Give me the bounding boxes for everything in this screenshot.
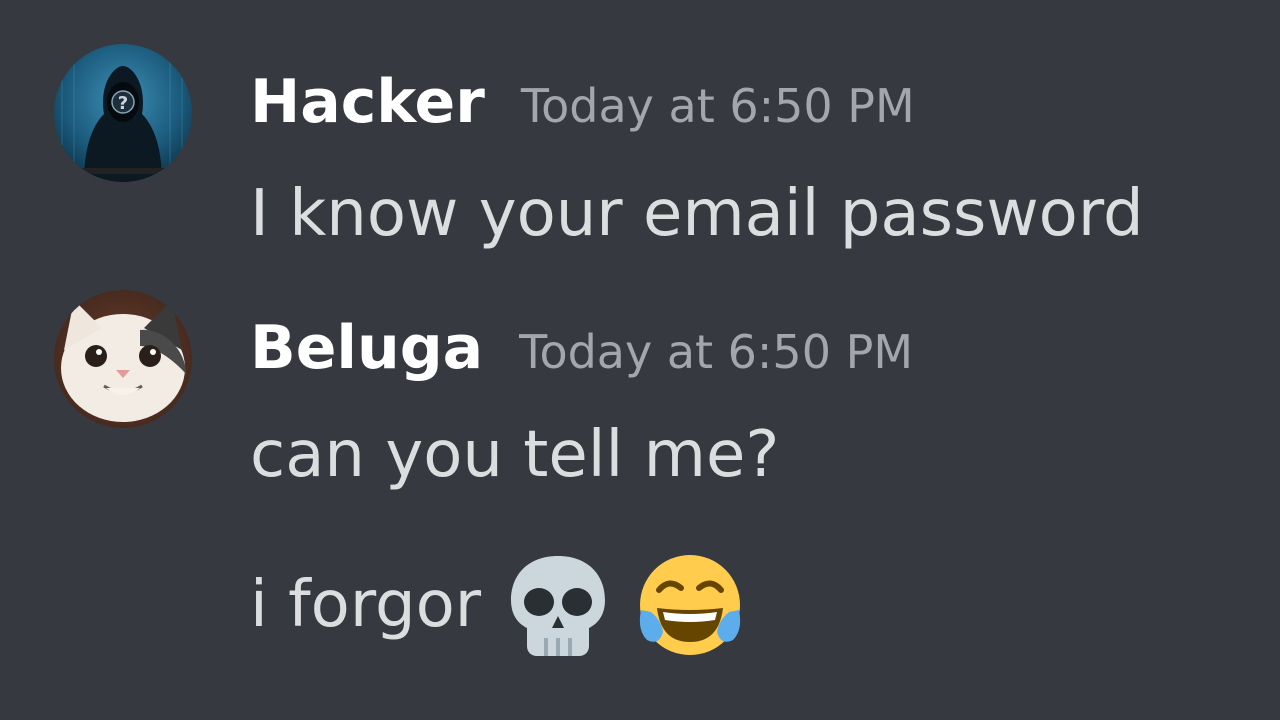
message-text: I know your email password [250, 177, 1144, 251]
message-text: i forgor [250, 568, 482, 642]
skull-emoji-icon [503, 550, 613, 660]
svg-text:?: ? [118, 93, 128, 114]
beluga-avatar[interactable] [54, 290, 192, 428]
hooded-hacker-avatar-icon: ? [54, 44, 192, 182]
hacker-avatar[interactable]: ? [54, 44, 192, 182]
username[interactable]: Beluga [250, 312, 483, 384]
username[interactable]: Hacker [250, 66, 485, 138]
message-text: can you tell me? [250, 418, 780, 492]
tears-of-joy-emoji-icon [635, 550, 745, 660]
timestamp: Today at 6:50 PM [519, 325, 914, 379]
message-header: Hacker Today at 6:50 PM [250, 66, 915, 142]
timestamp: Today at 6:50 PM [520, 79, 915, 133]
chat-log: ? Hacker Today at 6:50 PM I know your em… [0, 0, 1280, 720]
message-text-with-emojis: i forgor [250, 550, 745, 660]
beluga-cat-avatar-icon [54, 290, 192, 428]
message-header: Beluga Today at 6:50 PM [250, 312, 913, 388]
